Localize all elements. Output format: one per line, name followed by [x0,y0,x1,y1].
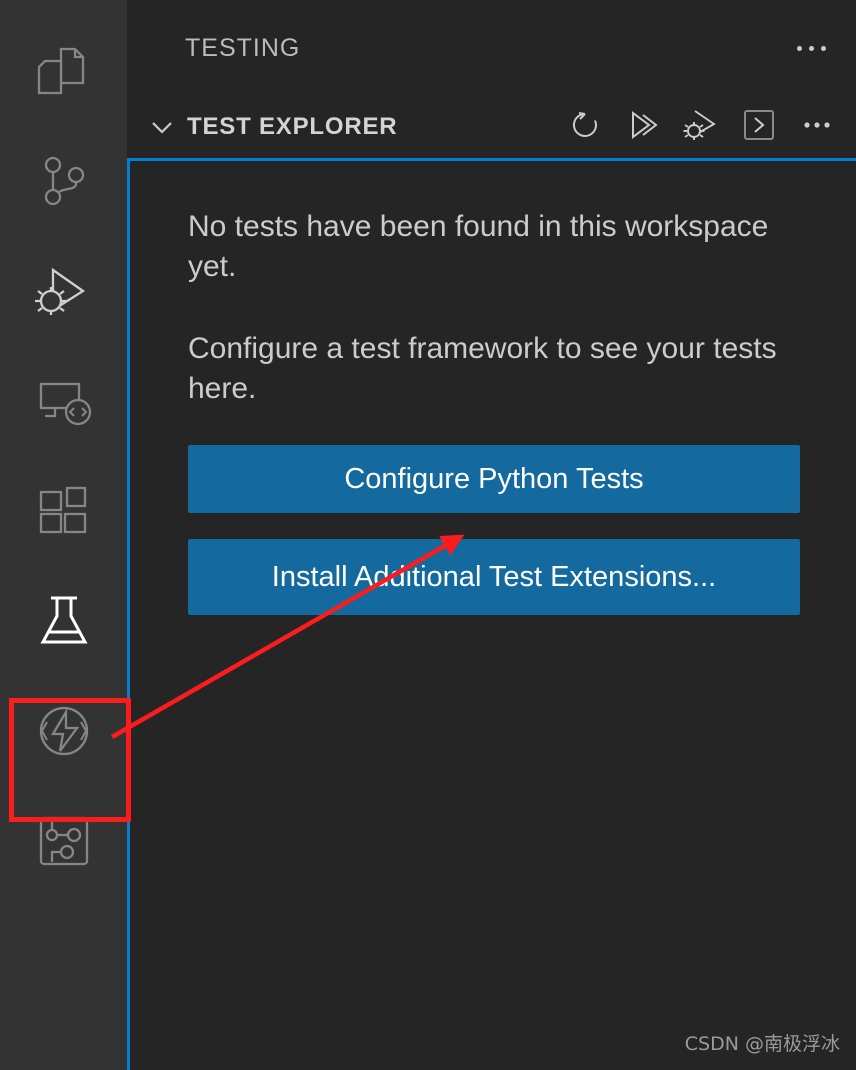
files-icon [33,40,95,102]
activity-bar [0,0,127,1070]
activity-bar-item-testing[interactable] [0,566,127,676]
ellipsis-dot [821,45,826,51]
activity-bar-item-thunder-client[interactable] [0,676,127,786]
sidebar-title-row: TESTING [127,0,856,96]
chevron-down-icon[interactable] [147,112,177,142]
sidebar-more-actions-button[interactable] [791,38,832,59]
run-all-icon [624,106,662,149]
vscode-window: TESTING TEST EXPLORER No tests have been… [0,0,856,1070]
run-and-debug-icon [31,258,97,324]
refresh-tests-button[interactable] [562,104,608,150]
install-additional-test-extensions-button[interactable]: Install Additional Test Extensions... [188,538,800,616]
debug-all-tests-button[interactable] [678,104,724,150]
thunder-client-icon [33,700,95,762]
debug-all-icon [681,105,721,150]
welcome-paragraph-1: No tests have been found in this workspa… [188,210,769,283]
circuit-board-icon [35,812,93,870]
test-explorer-section-title: TEST EXPLORER [187,113,398,140]
ellipsis-icon [799,107,835,148]
sidebar-title: TESTING [185,33,301,62]
extensions-icon [33,480,95,542]
run-all-tests-button[interactable] [620,104,666,150]
activity-bar-item-platformio[interactable] [0,786,127,896]
refresh-icon [567,107,603,148]
remote-explorer-icon [33,370,95,432]
test-explorer-welcome-view: No tests have been found in this workspa… [127,158,856,1070]
activity-bar-item-remote-explorer[interactable] [0,346,127,456]
activity-bar-item-extensions[interactable] [0,456,127,566]
configure-python-tests-button[interactable]: Configure Python Tests [188,444,800,513]
activity-bar-item-source-control[interactable] [0,126,127,236]
source-control-icon [33,150,95,212]
activity-bar-item-run-and-debug[interactable] [0,236,127,346]
watermark: CSDN @南极浮冰 [684,1033,840,1055]
welcome-paragraph-2: Configure a test framework to see your t… [188,331,777,405]
test-explorer-section-header[interactable]: TEST EXPLORER [127,96,856,158]
test-explorer-toolbar [562,104,840,150]
sidebar: TESTING TEST EXPLORER No tests have been… [127,0,856,1070]
show-output-button[interactable] [736,104,782,150]
beaker-icon [33,590,95,652]
activity-bar-item-explorer[interactable] [0,16,127,126]
views-and-more-actions-button[interactable] [794,104,840,150]
ellipsis-dot [809,45,814,51]
terminal-icon [740,106,778,149]
ellipsis-dot [797,45,802,51]
